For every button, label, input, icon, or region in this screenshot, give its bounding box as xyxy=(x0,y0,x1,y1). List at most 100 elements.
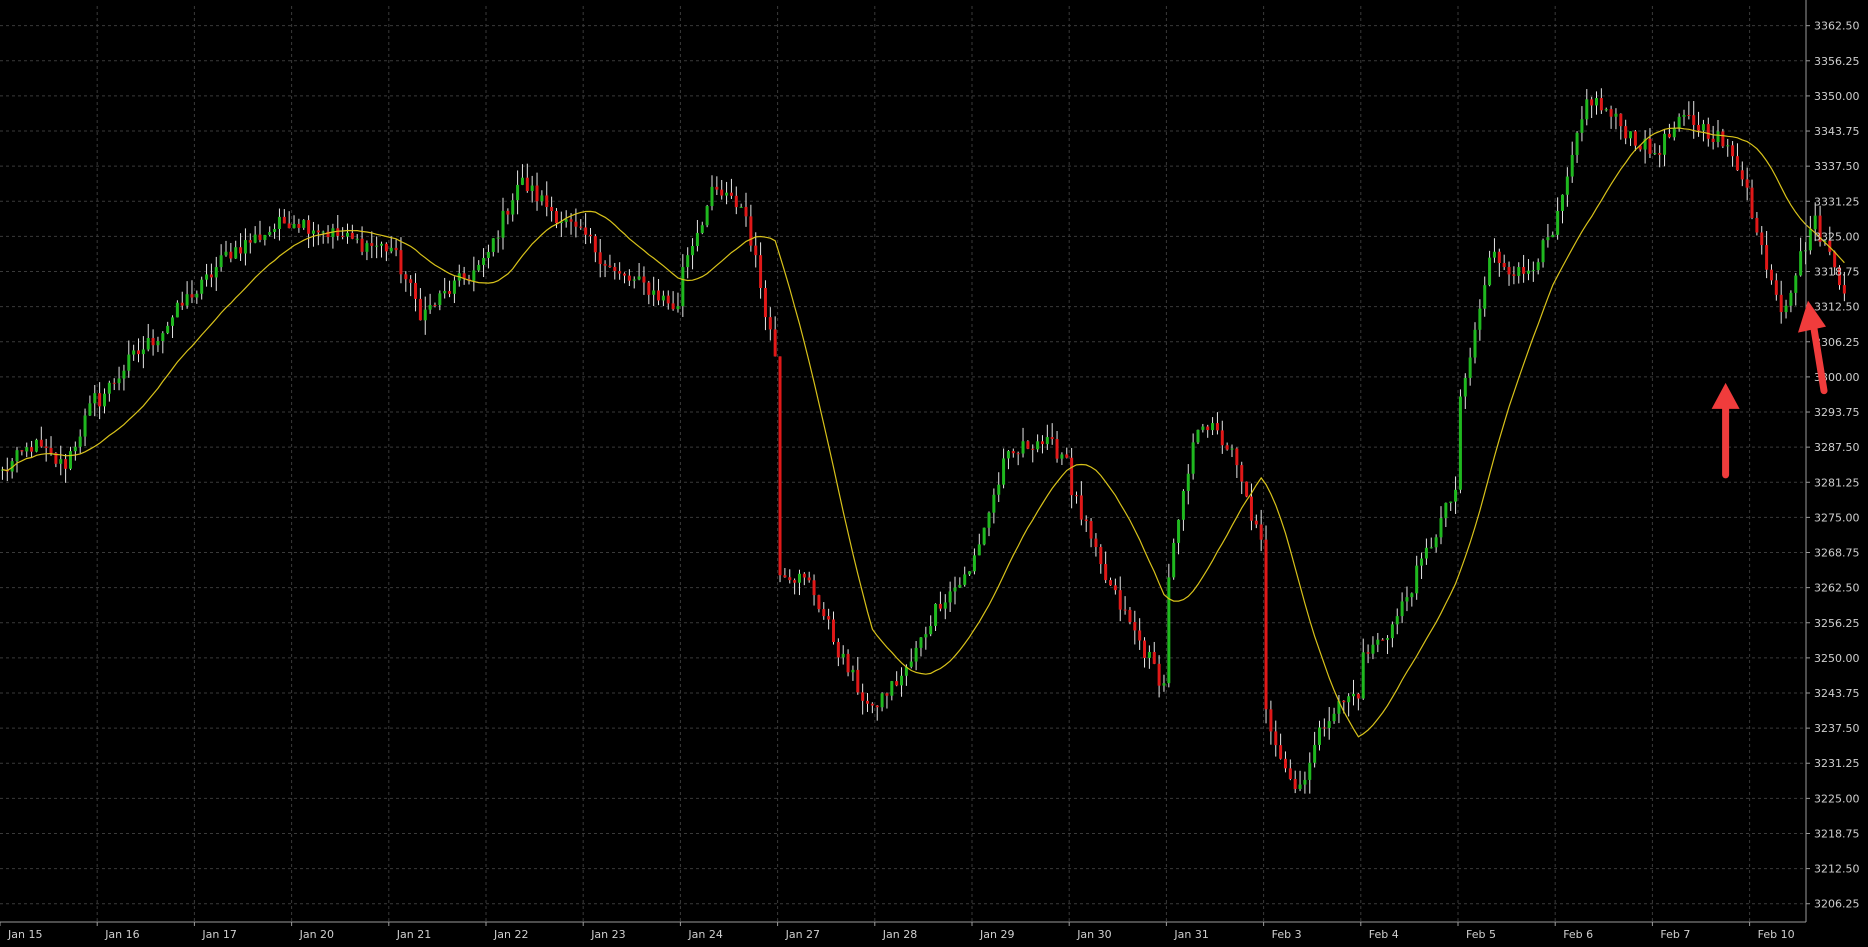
candle-up xyxy=(205,274,209,280)
candle-up xyxy=(166,325,170,334)
candle-up xyxy=(1492,251,1496,258)
candle-down xyxy=(418,298,422,321)
candle-down xyxy=(190,294,194,298)
candle-up xyxy=(234,247,238,259)
candle-down xyxy=(647,282,651,295)
candle-up xyxy=(1789,292,1793,306)
candle-up xyxy=(900,675,904,686)
candle-up xyxy=(1701,124,1705,131)
candle-down xyxy=(1599,98,1603,111)
candle-up xyxy=(1332,713,1336,722)
candle-up xyxy=(1813,215,1817,230)
candle-down xyxy=(671,303,675,310)
y-tick-label: 3325.00 xyxy=(1814,230,1860,243)
candle-up xyxy=(1352,693,1356,697)
candle-up xyxy=(890,681,894,696)
candle-up xyxy=(1682,114,1686,117)
candle-down xyxy=(1765,245,1769,270)
y-tick-label: 3350.00 xyxy=(1814,90,1860,103)
candle-down xyxy=(763,287,767,318)
candle-up xyxy=(1201,426,1205,430)
candle-up xyxy=(652,290,656,295)
candle-down xyxy=(1215,423,1219,431)
candle-up xyxy=(1604,109,1608,111)
candle-down xyxy=(895,681,899,686)
candle-down xyxy=(1264,539,1268,710)
y-tick-label: 3212.50 xyxy=(1814,863,1860,876)
candle-up xyxy=(1575,132,1579,155)
candle-up xyxy=(486,251,490,258)
candle-up xyxy=(443,291,447,294)
candle-up xyxy=(345,232,349,237)
candle-down xyxy=(870,703,874,706)
candle-down xyxy=(1774,280,1778,295)
candle-down xyxy=(1016,453,1020,455)
candle-down xyxy=(1099,547,1103,565)
candle-up xyxy=(224,251,228,256)
candle-up xyxy=(1551,234,1555,238)
candle-up xyxy=(1565,176,1569,195)
candle-down xyxy=(1133,622,1137,631)
candle-down xyxy=(1109,580,1113,586)
candle-down xyxy=(1512,274,1516,276)
y-tick-label: 3281.25 xyxy=(1814,476,1860,489)
candle-up xyxy=(311,230,315,234)
candle-up xyxy=(982,527,986,545)
candle-up xyxy=(146,338,150,350)
candle-down xyxy=(1055,439,1059,459)
candle-down xyxy=(1293,778,1297,789)
candle-down xyxy=(550,206,554,212)
candle-up xyxy=(632,279,636,281)
candle-down xyxy=(1619,113,1623,127)
candle-up xyxy=(1424,547,1428,559)
candle-up xyxy=(1308,762,1312,780)
x-tick-label: Jan 24 xyxy=(687,928,722,941)
candle-down xyxy=(1240,465,1244,482)
candle-up xyxy=(302,220,306,228)
candle-down xyxy=(1288,768,1292,779)
candle-up xyxy=(93,393,97,404)
candle-down xyxy=(98,393,102,407)
candle-down xyxy=(287,223,291,229)
candle-down xyxy=(1138,630,1142,641)
candle-down xyxy=(20,450,24,452)
candle-down xyxy=(1731,145,1735,157)
candle-up xyxy=(661,295,665,301)
candle-down xyxy=(1497,251,1501,264)
candle-up xyxy=(1429,547,1433,549)
candle-down xyxy=(1633,131,1637,146)
candle-down xyxy=(749,216,753,246)
candle-down xyxy=(579,226,583,228)
candle-down xyxy=(1094,538,1098,548)
x-tick-label: Feb 10 xyxy=(1758,928,1795,941)
candle-up xyxy=(1716,131,1720,143)
candle-down xyxy=(1507,267,1511,275)
y-tick-label: 3256.25 xyxy=(1814,617,1860,630)
candle-up xyxy=(156,341,160,346)
x-tick-label: Jan 16 xyxy=(104,928,139,941)
candle-down xyxy=(1692,115,1696,125)
candle-down xyxy=(535,185,539,202)
y-tick-label: 3331.25 xyxy=(1814,195,1860,208)
candle-up xyxy=(851,669,855,673)
candle-up xyxy=(963,574,967,585)
candle-down xyxy=(1074,495,1078,497)
candle-down xyxy=(1721,131,1725,147)
candle-down xyxy=(1128,609,1132,623)
candle-up xyxy=(1595,98,1599,106)
candle-up xyxy=(1045,437,1049,445)
candle-down xyxy=(448,291,452,294)
candle-down xyxy=(1706,124,1710,139)
candle-down xyxy=(759,255,763,288)
candle-up xyxy=(676,306,680,310)
x-tick-label: Jan 28 xyxy=(882,928,917,941)
candle-up xyxy=(491,238,495,252)
candle-down xyxy=(598,252,602,264)
candle-up xyxy=(132,350,136,355)
candle-down xyxy=(574,221,578,227)
y-tick-label: 3337.50 xyxy=(1814,160,1860,173)
candlestick-chart[interactable]: 3362.50 3356.25 3350.00 3343.75 3337.50 3331.… xyxy=(0,0,1868,947)
candle-up xyxy=(1386,638,1390,640)
candle-down xyxy=(1070,457,1074,496)
candle-down xyxy=(360,238,364,252)
